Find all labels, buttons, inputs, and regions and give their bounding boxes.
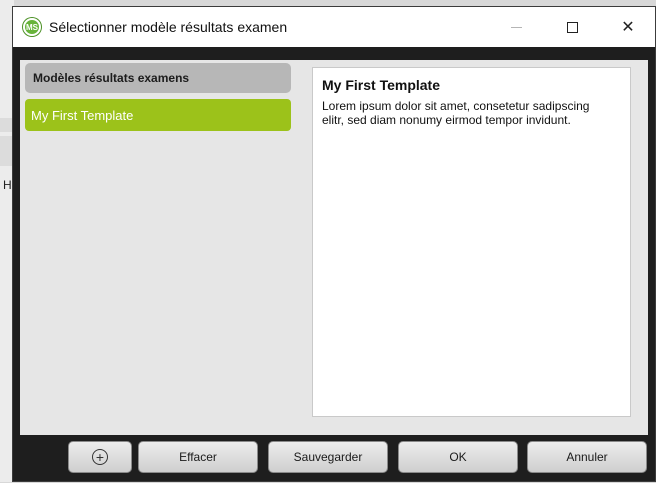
- title-bar[interactable]: MS Sélectionner modèle résultats examen …: [13, 7, 655, 47]
- cancel-button[interactable]: Annuler: [527, 441, 647, 473]
- window-title: Sélectionner modèle résultats examen: [49, 19, 288, 35]
- template-list-item[interactable]: My First Template: [25, 99, 291, 131]
- background-text: H: [3, 178, 12, 192]
- ok-button[interactable]: OK: [398, 441, 518, 473]
- save-button[interactable]: Sauvegarder: [268, 441, 388, 473]
- ms-logo-icon: MS: [23, 18, 41, 36]
- delete-button[interactable]: Effacer: [138, 441, 258, 473]
- close-icon: ✕: [621, 19, 635, 36]
- minimize-icon: [510, 26, 522, 28]
- templates-list-header: Modèles résultats examens: [25, 63, 291, 93]
- plus-circle-icon: +: [92, 449, 108, 465]
- preview-body: Lorem ipsum dolor sit amet, consetetur s…: [322, 99, 590, 127]
- dialog-window: MS Sélectionner modèle résultats examen …: [12, 6, 656, 482]
- maximize-icon: [566, 21, 578, 33]
- minimize-button[interactable]: [493, 7, 539, 47]
- app-icon-text: MS: [26, 22, 38, 32]
- add-template-button[interactable]: +: [68, 441, 132, 473]
- button-bar: + Effacer Sauvegarder OK Annuler: [13, 435, 655, 483]
- close-button[interactable]: ✕: [605, 7, 651, 47]
- template-preview-panel: My First Template Lorem ipsum dolor sit …: [312, 67, 631, 417]
- maximize-button[interactable]: [549, 7, 595, 47]
- plus-glyph: +: [95, 449, 105, 465]
- dialog-content: Modèles résultats examens My First Templ…: [20, 60, 648, 435]
- preview-title: My First Template: [322, 77, 440, 93]
